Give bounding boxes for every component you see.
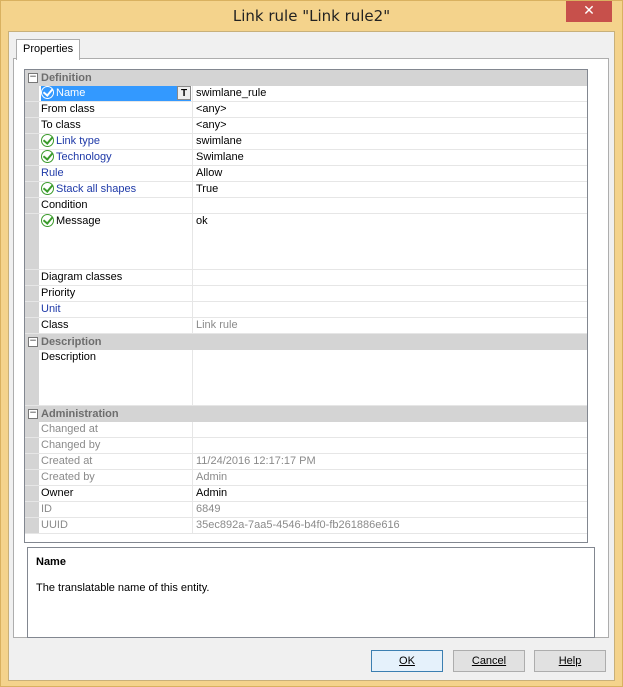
property-value[interactable]: <any> bbox=[192, 102, 587, 117]
category-label: Description bbox=[41, 336, 102, 348]
property-label: Changed by bbox=[41, 439, 101, 451]
property-value: 35ec892a-7aa5-4546-b4f0-fb261886e616 bbox=[192, 518, 587, 533]
property-row-description[interactable]: Description bbox=[25, 350, 587, 406]
property-label: Technology bbox=[56, 151, 112, 163]
check-circle-icon bbox=[41, 150, 54, 163]
property-label: Description bbox=[41, 351, 97, 363]
property-row-created-at[interactable]: Created at 11/24/2016 12:17:17 PM bbox=[25, 454, 587, 470]
check-circle-icon bbox=[41, 134, 54, 147]
property-value: Link rule bbox=[192, 318, 587, 333]
property-row-condition[interactable]: Condition bbox=[25, 198, 587, 214]
category-administration[interactable]: − Administration bbox=[25, 406, 587, 422]
dialog-window: Link rule "Link rule2" ✕ Properties − De… bbox=[0, 0, 623, 687]
property-row-unit[interactable]: Unit bbox=[25, 302, 587, 318]
cancel-button[interactable]: Cancel bbox=[453, 650, 525, 672]
category-label: Definition bbox=[41, 72, 92, 84]
collapse-icon[interactable]: − bbox=[28, 337, 38, 347]
property-row-link-type[interactable]: Link type swimlane bbox=[25, 134, 587, 150]
property-value: 11/24/2016 12:17:17 PM bbox=[192, 454, 587, 469]
property-row-priority[interactable]: Priority bbox=[25, 286, 587, 302]
close-icon: ✕ bbox=[583, 3, 595, 19]
property-value[interactable] bbox=[192, 198, 587, 213]
property-row-technology[interactable]: Technology Swimlane bbox=[25, 150, 587, 166]
property-row-diagram-classes[interactable]: Diagram classes bbox=[25, 270, 587, 286]
properties-panel: − Definition Name T swimlane_rule From cl… bbox=[13, 58, 609, 638]
property-row-name[interactable]: Name T swimlane_rule bbox=[25, 86, 587, 102]
property-row-uuid[interactable]: UUID 35ec892a-7aa5-4546-b4f0-fb261886e61… bbox=[25, 518, 587, 534]
property-label: Owner bbox=[41, 487, 74, 499]
help-text: The translatable name of this entity. bbox=[36, 582, 210, 594]
property-label: Unit bbox=[41, 303, 61, 315]
property-row-owner[interactable]: Owner Admin bbox=[25, 486, 587, 502]
property-label: Changed at bbox=[41, 423, 98, 435]
property-row-class[interactable]: Class Link rule bbox=[25, 318, 587, 334]
property-label: Rule bbox=[41, 167, 64, 179]
property-value[interactable]: ok bbox=[192, 214, 587, 269]
property-label: Diagram classes bbox=[41, 271, 123, 283]
property-label: Created at bbox=[41, 455, 93, 467]
property-value bbox=[192, 438, 587, 453]
property-row-from-class[interactable]: From class <any> bbox=[25, 102, 587, 118]
property-label: UUID bbox=[41, 519, 68, 531]
category-definition[interactable]: − Definition bbox=[25, 70, 587, 86]
category-description[interactable]: − Description bbox=[25, 334, 587, 350]
property-value: Admin bbox=[192, 470, 587, 485]
property-row-rule[interactable]: Rule Allow bbox=[25, 166, 587, 182]
property-value[interactable]: True bbox=[192, 182, 587, 197]
translate-button[interactable]: T bbox=[177, 86, 191, 100]
check-circle-icon bbox=[41, 214, 54, 227]
property-value[interactable] bbox=[192, 270, 587, 285]
property-value[interactable]: Admin bbox=[192, 486, 587, 501]
property-value[interactable]: swimlane_rule bbox=[192, 86, 587, 101]
property-grid: − Definition Name T swimlane_rule From cl… bbox=[24, 69, 588, 543]
property-row-created-by[interactable]: Created by Admin bbox=[25, 470, 587, 486]
property-label: ID bbox=[41, 503, 52, 515]
help-button[interactable]: Help bbox=[534, 650, 606, 672]
property-label: Priority bbox=[41, 287, 76, 299]
property-row-to-class[interactable]: To class <any> bbox=[25, 118, 587, 134]
property-row-message[interactable]: Message ok bbox=[25, 214, 587, 270]
help-title: Name bbox=[36, 556, 66, 568]
property-value[interactable] bbox=[192, 350, 587, 405]
category-label: Administration bbox=[41, 408, 119, 420]
property-row-stack-all-shapes[interactable]: Stack all shapes True bbox=[25, 182, 587, 198]
property-value[interactable]: swimlane bbox=[192, 134, 587, 149]
property-label: Name bbox=[56, 87, 86, 99]
property-value: 6849 bbox=[192, 502, 587, 517]
property-label: Class bbox=[41, 319, 69, 331]
help-panel: Name The translatable name of this entit… bbox=[27, 547, 595, 638]
collapse-icon[interactable]: − bbox=[28, 73, 38, 83]
property-value[interactable] bbox=[192, 302, 587, 317]
property-label: To class bbox=[41, 119, 81, 131]
property-label: Condition bbox=[41, 199, 88, 211]
ok-button[interactable]: OK bbox=[371, 650, 443, 672]
collapse-icon[interactable]: − bbox=[28, 409, 38, 419]
property-value[interactable]: <any> bbox=[192, 118, 587, 133]
check-circle-icon bbox=[41, 86, 54, 99]
check-circle-icon bbox=[41, 182, 54, 195]
property-value[interactable]: Allow bbox=[192, 166, 587, 181]
tab-properties[interactable]: Properties bbox=[16, 39, 81, 60]
window-title: Link rule "Link rule2" bbox=[232, 7, 391, 25]
property-value[interactable] bbox=[192, 286, 587, 301]
property-row-changed-at[interactable]: Changed at bbox=[25, 422, 587, 438]
property-label: Created by bbox=[41, 471, 95, 483]
property-label: Stack all shapes bbox=[56, 183, 137, 195]
dialog-client: Properties − Definition Name T swimlane_r… bbox=[8, 31, 615, 681]
property-label: Message bbox=[56, 215, 101, 227]
property-row-id[interactable]: ID 6849 bbox=[25, 502, 587, 518]
property-row-changed-by[interactable]: Changed by bbox=[25, 438, 587, 454]
title-bar: Link rule "Link rule2" ✕ bbox=[1, 1, 622, 31]
close-button[interactable]: ✕ bbox=[566, 1, 612, 22]
property-value bbox=[192, 422, 587, 437]
property-label: From class bbox=[41, 103, 95, 115]
property-label: Link type bbox=[56, 135, 101, 147]
property-value[interactable]: Swimlane bbox=[192, 150, 587, 165]
